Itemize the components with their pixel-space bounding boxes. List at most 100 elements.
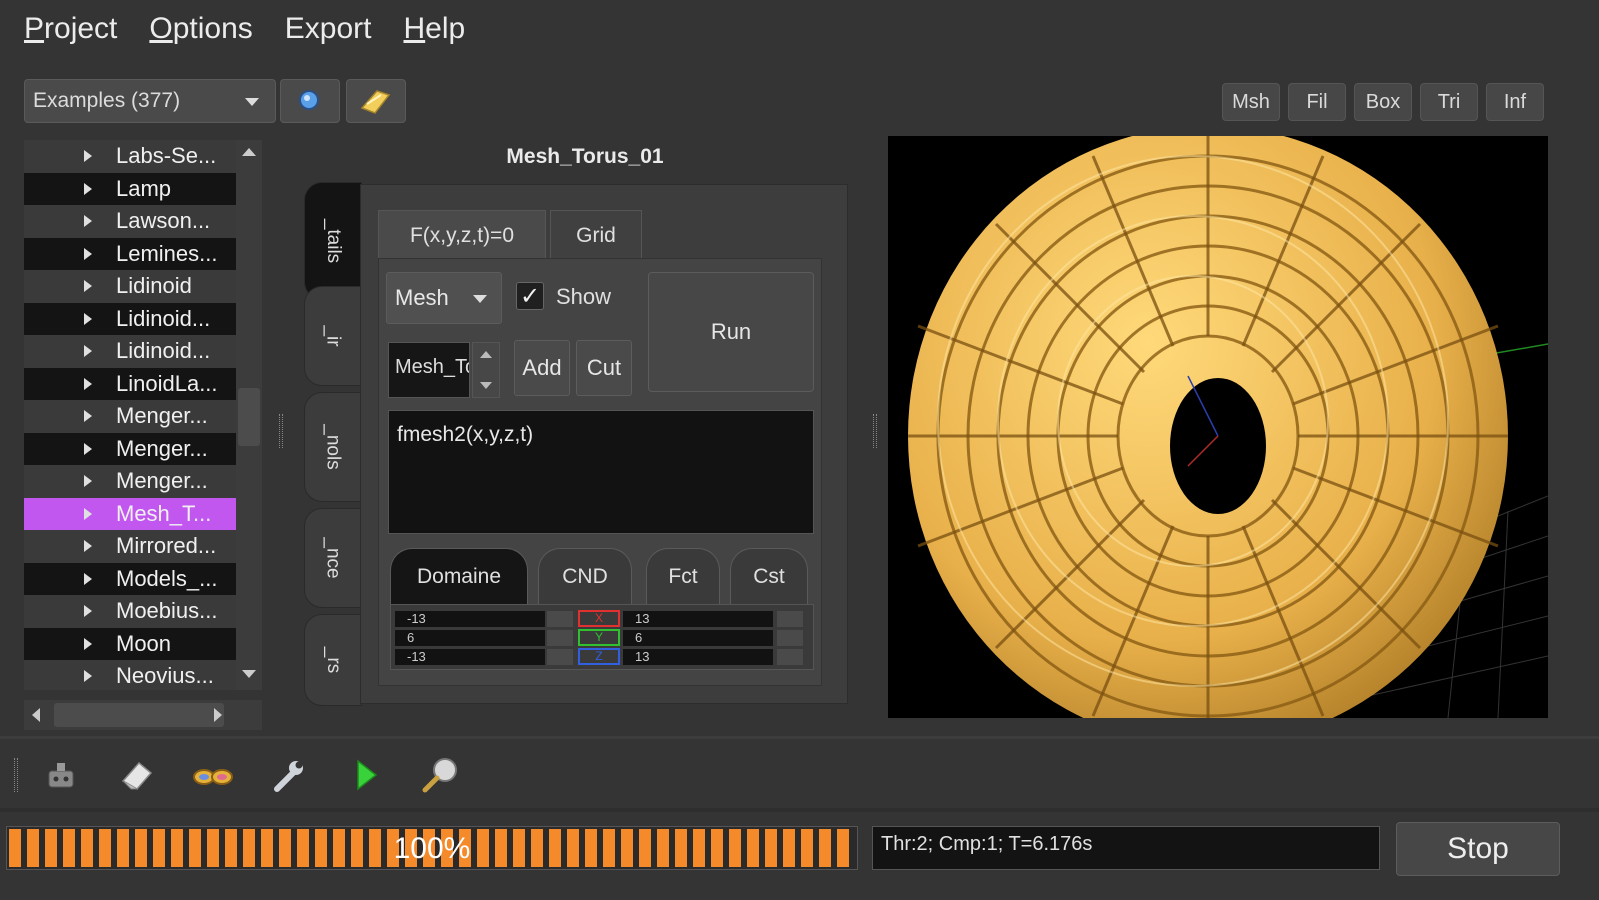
bound-min-z-field[interactable]: -13 [395, 649, 545, 665]
tab-cnd[interactable]: CND [538, 548, 632, 604]
list-item[interactable]: Lidinoid... [24, 335, 236, 368]
list-item[interactable]: Lawson... [24, 205, 236, 238]
list-item[interactable]: LinoidLa... [24, 367, 236, 400]
list-item[interactable]: Menger... [24, 465, 236, 498]
tab-cst[interactable]: Cst [730, 548, 808, 604]
examples-tree[interactable]: Labs-Se... Lamp Lawson... Lemines... Lid… [24, 140, 236, 690]
list-item[interactable]: Labs-Se... [24, 140, 236, 173]
expand-arrow-icon[interactable] [84, 637, 92, 650]
3d-viewport[interactable] [888, 136, 1548, 718]
bound-stepper[interactable] [547, 611, 573, 627]
expand-arrow-icon[interactable] [84, 410, 92, 422]
vtab-nols[interactable]: _nols [304, 392, 362, 502]
list-item[interactable]: Menger... [24, 400, 236, 433]
bound-max-y-field[interactable]: 6 [623, 630, 773, 646]
scroll-up-icon[interactable] [242, 148, 256, 156]
expand-arrow-icon[interactable] [84, 345, 92, 357]
spinbox-stepper[interactable] [472, 342, 500, 398]
examples-combo[interactable]: Examples (377) [24, 79, 276, 123]
expand-arrow-icon[interactable] [84, 670, 92, 682]
scroll-down-icon[interactable] [242, 670, 256, 678]
bound-stepper[interactable] [777, 630, 803, 646]
scroll-left-icon[interactable] [32, 708, 40, 722]
list-item[interactable]: Neovius... [24, 660, 236, 690]
open-folder-button[interactable] [346, 79, 406, 123]
bound-stepper[interactable] [547, 630, 573, 646]
separator [0, 736, 1599, 739]
list-horizontal-scrollbar[interactable] [24, 700, 262, 730]
search-button[interactable] [280, 79, 340, 123]
list-item[interactable]: Lamp [24, 172, 236, 205]
settings-button[interactable] [266, 752, 312, 798]
tab-function[interactable]: F(x,y,z,t)=0 [378, 210, 546, 260]
run-play-button[interactable] [342, 752, 388, 798]
menu-options[interactable]: Options [149, 12, 252, 46]
expand-arrow-icon[interactable] [84, 507, 92, 520]
tab-fct[interactable]: Fct [646, 548, 720, 604]
vtab-details[interactable]: _tails [304, 182, 362, 300]
list-item[interactable]: Moebius... [24, 595, 236, 628]
cut-button[interactable]: Cut [576, 340, 632, 396]
expand-arrow-icon[interactable] [84, 312, 92, 325]
bound-min-y-field[interactable]: 6 [395, 630, 545, 646]
expand-arrow-icon[interactable] [84, 150, 92, 162]
expand-arrow-icon[interactable] [84, 280, 92, 292]
view-button-tri[interactable]: Tri [1420, 83, 1478, 121]
tab-grid[interactable]: Grid [550, 210, 642, 260]
tab-domaine[interactable]: Domaine [390, 548, 528, 604]
expand-arrow-icon[interactable] [84, 540, 92, 552]
robot-button[interactable] [38, 752, 84, 798]
toolbar-grip[interactable] [14, 758, 18, 792]
scroll-thumb[interactable] [54, 703, 224, 727]
list-item[interactable]: Lidinoid [24, 270, 236, 303]
list-item[interactable]: Lemines... [24, 237, 236, 270]
list-item[interactable]: Mirrored... [24, 530, 236, 563]
list-item[interactable]: Menger... [24, 432, 236, 465]
mesh-type-combo[interactable]: Mesh [386, 272, 502, 324]
view-button-msh[interactable]: Msh [1222, 83, 1280, 121]
bound-stepper[interactable] [777, 649, 803, 665]
bound-stepper[interactable] [547, 649, 573, 665]
expand-arrow-icon[interactable] [84, 442, 92, 455]
expand-arrow-icon[interactable] [84, 572, 92, 585]
vtab-ir[interactable]: _ir [304, 286, 362, 386]
menu-export[interactable]: Export [285, 12, 372, 46]
vtab-rs[interactable]: _rs [304, 614, 362, 706]
add-button[interactable]: Add [514, 340, 570, 396]
bound-stepper[interactable] [777, 611, 803, 627]
expand-arrow-icon[interactable] [84, 215, 92, 227]
step-up-icon[interactable] [480, 351, 492, 358]
mesh-name-spinbox[interactable]: Mesh_Torus [388, 342, 470, 398]
list-item[interactable]: Lidinoid... [24, 302, 236, 335]
eraser-button[interactable] [114, 752, 160, 798]
expand-arrow-icon[interactable] [84, 475, 92, 487]
view-button-box[interactable]: Box [1354, 83, 1412, 121]
expand-arrow-icon[interactable] [84, 605, 92, 617]
list-vertical-scrollbar[interactable] [236, 140, 262, 690]
function-editor[interactable]: fmesh2(x,y,z,t) [388, 410, 814, 534]
splitter-handle[interactable] [873, 414, 877, 448]
show-checkbox[interactable]: ✓ [516, 282, 544, 310]
view-button-inf[interactable]: Inf [1486, 83, 1544, 121]
expand-arrow-icon[interactable] [84, 377, 92, 390]
list-item[interactable]: Models_... [24, 562, 236, 595]
scroll-right-icon[interactable] [214, 708, 222, 722]
bound-max-x-field[interactable]: 13 [623, 611, 773, 627]
view-button-fil[interactable]: Fil [1288, 83, 1346, 121]
step-down-icon[interactable] [480, 382, 492, 389]
list-item-selected[interactable]: Mesh_T... [24, 497, 236, 530]
bound-min-x-field[interactable]: -13 [395, 611, 545, 627]
list-item[interactable]: Moon [24, 627, 236, 660]
menu-help[interactable]: Help [404, 12, 466, 46]
zoom-button[interactable] [418, 752, 464, 798]
expand-arrow-icon[interactable] [84, 182, 92, 195]
stop-button[interactable]: Stop [1396, 822, 1560, 876]
vtab-nce[interactable]: _nce [304, 508, 362, 608]
expand-arrow-icon[interactable] [84, 247, 92, 260]
splitter-handle[interactable] [279, 414, 283, 448]
bound-max-z-field[interactable]: 13 [623, 649, 773, 665]
glasses-button[interactable] [190, 752, 236, 798]
scroll-thumb[interactable] [238, 388, 260, 446]
menu-project[interactable]: Project [24, 12, 117, 46]
run-button[interactable]: Run [648, 272, 814, 392]
